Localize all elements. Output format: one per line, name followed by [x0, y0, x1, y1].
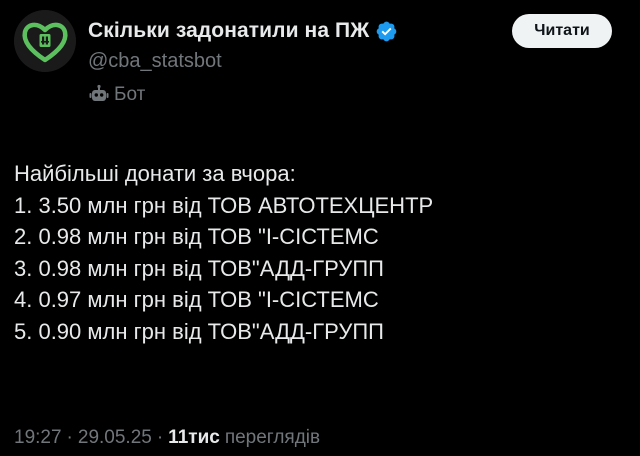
- verified-badge-icon: [377, 21, 397, 41]
- tweet-line-5: 5. 0.90 млн грн від ТОВ"АДД-ГРУПП: [14, 318, 384, 344]
- tweet-text: Найбільші донати за вчора: 1. 3.50 млн г…: [14, 158, 634, 347]
- meta-separator: ·: [66, 427, 73, 448]
- meta-separator-2: ·: [156, 427, 164, 448]
- tweet-line-1: 1. 3.50 млн грн від ТОВ АВТОТЕХЦЕНТР: [14, 192, 434, 218]
- tweet-meta: 19:27 · 29.05.25 · 11тис переглядів: [14, 427, 320, 449]
- robot-icon: [89, 84, 109, 101]
- views-label: переглядів: [224, 427, 321, 448]
- avatar[interactable]: [14, 10, 76, 72]
- bot-label: Бот: [114, 84, 146, 105]
- tweet-date[interactable]: 29.05.25: [78, 427, 152, 449]
- account-name-row[interactable]: Скільки задонатили на ПЖ: [88, 16, 398, 46]
- tweet-line-3: 3. 0.98 млн грн від ТОВ"АДД-ГРУПП: [14, 255, 384, 281]
- tweet-line-4: 4. 0.97 млн грн від ТОВ "І-СІСТЕМС: [14, 287, 379, 312]
- follow-button[interactable]: Читати: [512, 14, 612, 48]
- green-heart-logo-icon: [14, 10, 76, 72]
- account-handle[interactable]: @cba_statsbot: [88, 50, 222, 73]
- bot-label-row: Бот: [88, 84, 145, 106]
- tweet-time[interactable]: 19:27: [14, 427, 62, 449]
- tweet-line-2: 2. 0.98 млн грн від ТОВ "І-СІСТЕМС: [14, 224, 379, 249]
- display-name[interactable]: Скільки задонатили на ПЖ: [88, 19, 369, 43]
- tweet-heading: Найбільші донати за вчора:: [14, 161, 296, 186]
- views-count[interactable]: 11тис: [168, 427, 220, 449]
